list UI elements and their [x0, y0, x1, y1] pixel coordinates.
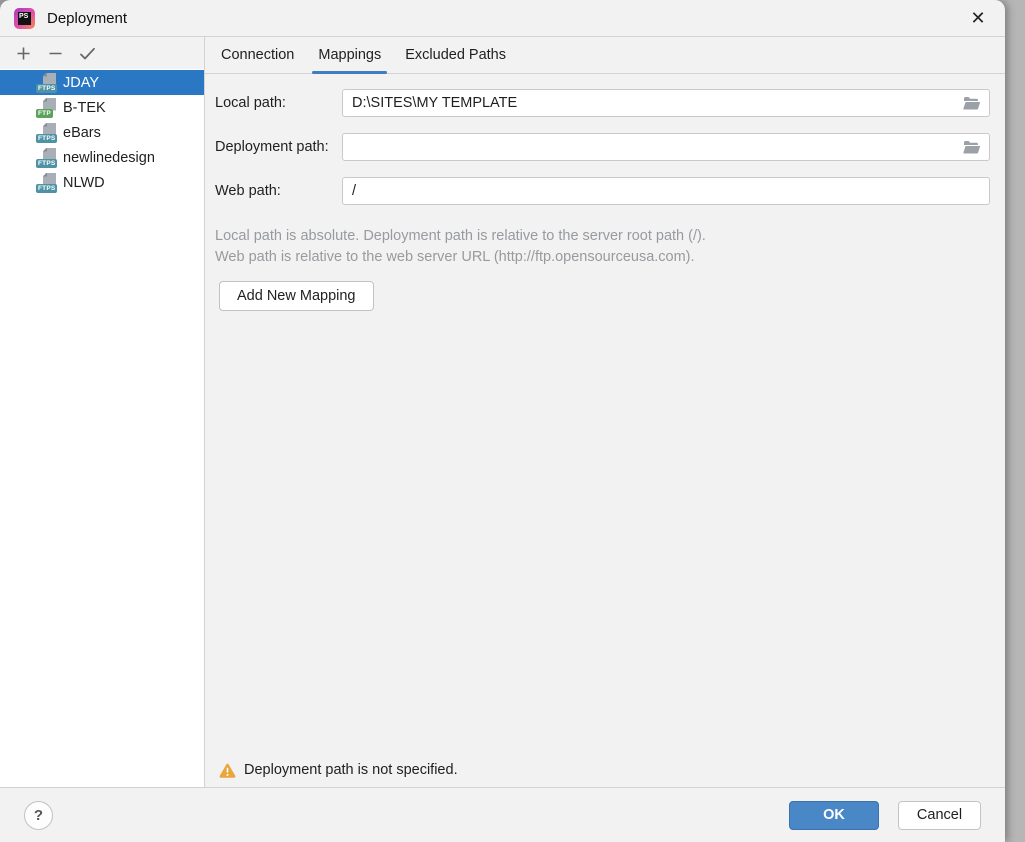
window-title: Deployment [47, 10, 127, 27]
server-item-nlwd[interactable]: FTPS NLWD [0, 170, 204, 195]
browse-folder-icon[interactable] [962, 139, 982, 155]
ok-button[interactable]: OK [789, 801, 879, 830]
local-path-input[interactable] [342, 89, 990, 117]
local-path-row: Local path: [215, 89, 990, 117]
path-hint-text: Local path is absolute. Deployment path … [205, 221, 1005, 268]
web-path-row: Web path: [215, 177, 990, 205]
tab-connection[interactable]: Connection [215, 37, 300, 73]
tab-excluded-paths[interactable]: Excluded Paths [399, 37, 512, 73]
sidebar-toolbar [0, 37, 204, 69]
server-name: newlinedesign [63, 150, 155, 166]
deployment-path-row: Deployment path: [215, 133, 990, 161]
warning-icon [219, 763, 236, 778]
server-item-jday[interactable]: FTPS JDAY [0, 70, 204, 95]
server-list: FTPS JDAY FTP B-TEK FTPS eBars [0, 69, 204, 787]
ftps-server-icon: FTPS [36, 73, 57, 93]
web-path-input[interactable] [342, 177, 990, 205]
deployment-dialog: PS Deployment ✕ FTPS [0, 0, 1005, 842]
phpstorm-app-icon: PS [14, 8, 35, 29]
add-server-button[interactable] [12, 42, 34, 64]
title-bar: PS Deployment ✕ [0, 0, 1005, 37]
cancel-button[interactable]: Cancel [898, 801, 981, 830]
mappings-form: Local path: Deployment path: [205, 74, 1005, 221]
ftps-server-icon: FTPS [36, 173, 57, 193]
help-button[interactable]: ? [24, 801, 53, 830]
server-item-ebars[interactable]: FTPS eBars [0, 120, 204, 145]
browse-folder-icon[interactable] [962, 95, 982, 111]
deployment-path-input[interactable] [342, 133, 990, 161]
hint-line-2: Web path is relative to the web server U… [215, 247, 990, 268]
ftps-server-icon: FTPS [36, 123, 57, 143]
server-name: B-TEK [63, 100, 106, 116]
use-as-default-button[interactable] [76, 42, 98, 64]
server-name: eBars [63, 125, 101, 141]
server-name: NLWD [63, 175, 105, 191]
ftp-server-icon: FTP [36, 98, 57, 118]
content-spacer [205, 311, 1005, 762]
dialog-footer: ? OK Cancel [0, 787, 1005, 842]
tab-bar: Connection Mappings Excluded Paths [205, 37, 1005, 74]
server-item-b-tek[interactable]: FTP B-TEK [0, 95, 204, 120]
add-new-mapping-button[interactable]: Add New Mapping [219, 281, 374, 311]
settings-panel: Connection Mappings Excluded Paths Local… [205, 37, 1005, 787]
server-name: JDAY [63, 75, 99, 91]
hint-line-1: Local path is absolute. Deployment path … [215, 226, 990, 247]
web-path-label: Web path: [215, 183, 342, 199]
local-path-label: Local path: [215, 95, 342, 111]
deployment-path-label: Deployment path: [215, 139, 342, 155]
close-icon[interactable]: ✕ [961, 3, 995, 33]
remove-server-button[interactable] [44, 42, 66, 64]
server-item-newlinedesign[interactable]: FTPS newlinedesign [0, 145, 204, 170]
main-area: FTPS JDAY FTP B-TEK FTPS eBars [0, 37, 1005, 787]
validation-warning: Deployment path is not specified. [205, 762, 1005, 787]
server-sidebar: FTPS JDAY FTP B-TEK FTPS eBars [0, 37, 205, 787]
ftps-server-icon: FTPS [36, 148, 57, 168]
warning-text: Deployment path is not specified. [244, 762, 458, 778]
tab-mappings[interactable]: Mappings [312, 37, 387, 73]
